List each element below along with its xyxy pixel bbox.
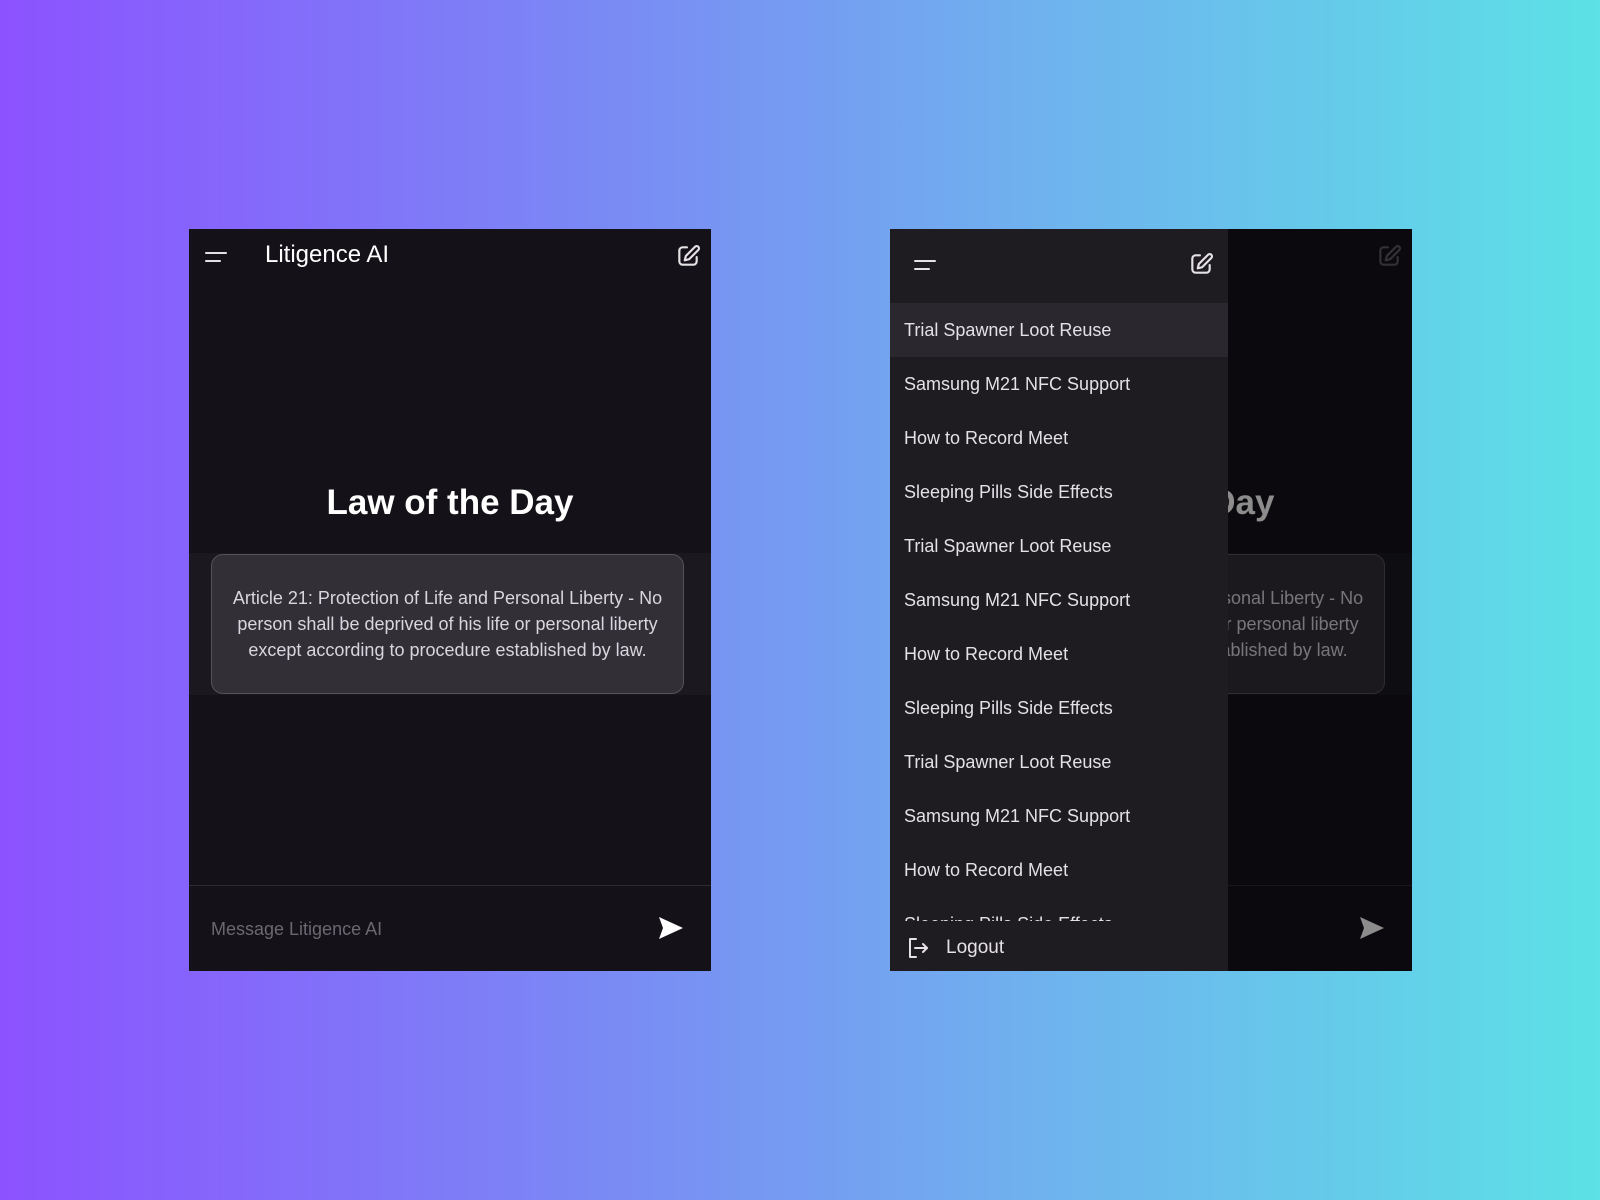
history-item[interactable]: Trial Spawner Loot Reuse xyxy=(890,735,1228,789)
new-chat-icon[interactable] xyxy=(675,243,701,269)
history-item[interactable]: How to Record Meet xyxy=(890,411,1228,465)
history-item[interactable]: Sleeping Pills Side Effects xyxy=(890,681,1228,735)
history-item[interactable]: How to Record Meet xyxy=(890,627,1228,681)
message-input[interactable] xyxy=(211,909,611,949)
app-title: Litigence AI xyxy=(265,241,390,268)
logout-icon xyxy=(909,938,928,958)
law-text: Article 21: Protection of Life and Perso… xyxy=(232,588,663,660)
history-item[interactable]: Sleeping Pills Side Effects xyxy=(890,465,1228,519)
menu-icon[interactable] xyxy=(205,245,229,269)
history-item[interactable]: How to Record Meet xyxy=(890,843,1228,897)
app-bar: Litigence AI xyxy=(189,229,711,285)
law-of-the-day-heading: Law of the Day xyxy=(326,483,574,522)
history-item[interactable]: Samsung M21 NFC Support xyxy=(890,357,1228,411)
history-item[interactable]: Trial Spawner Loot Reuse xyxy=(890,519,1228,573)
history-item[interactable]: Samsung M21 NFC Support xyxy=(890,573,1228,627)
logout-label: Logout xyxy=(946,937,1005,958)
chat-screen-drawer-open: Law of the Day Article 21: Protection of… xyxy=(890,229,1412,971)
navigation-drawer: Trial Spawner Loot Reuse Samsung M21 NFC… xyxy=(890,229,1228,971)
logout-button[interactable]: Logout xyxy=(890,925,1228,971)
composer-divider xyxy=(189,885,711,886)
menu-icon[interactable] xyxy=(914,253,938,277)
history-item[interactable]: Samsung M21 NFC Support xyxy=(890,789,1228,843)
send-icon[interactable] xyxy=(657,915,685,941)
new-chat-icon[interactable] xyxy=(1188,251,1214,277)
law-card: Article 21: Protection of Life and Perso… xyxy=(211,554,684,694)
history-item[interactable]: Trial Spawner Loot Reuse xyxy=(890,303,1228,357)
chat-screen: Litigence AI Law of the Day Article 21: … xyxy=(189,229,711,971)
chat-history-list[interactable]: Trial Spawner Loot Reuse Samsung M21 NFC… xyxy=(890,303,1228,921)
history-item[interactable]: Sleeping Pills Side Effects xyxy=(890,897,1228,922)
